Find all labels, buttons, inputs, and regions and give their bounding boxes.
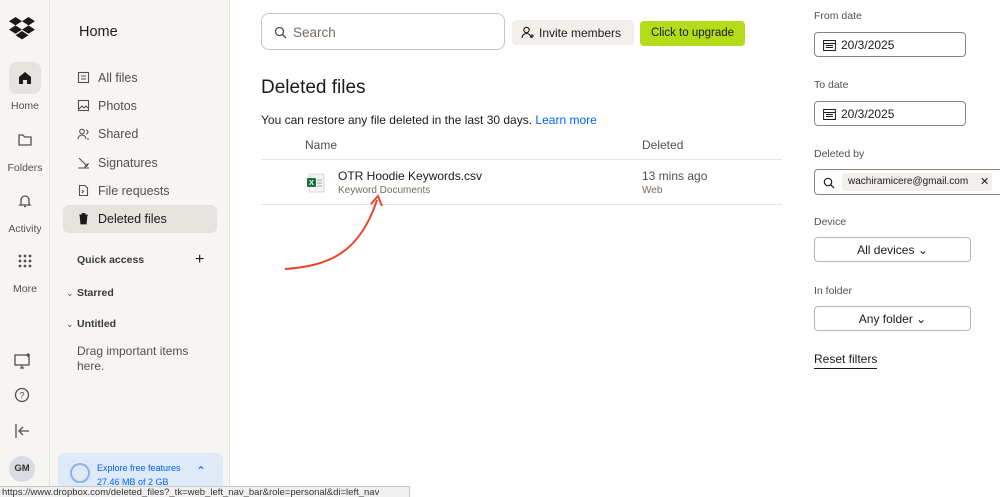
sidebar-item-shared[interactable]: Shared	[63, 120, 217, 148]
untitled-section[interactable]: Untitled	[77, 318, 116, 330]
collapse-sidebar-icon[interactable]	[11, 419, 35, 443]
calendar-icon	[823, 109, 836, 120]
sidebar: Home All files Photos Shared Signatures …	[50, 0, 230, 497]
sidebar-item-file-requests[interactable]: File requests	[63, 177, 217, 205]
home-icon	[9, 62, 41, 94]
files-icon	[77, 71, 90, 84]
from-date-label: From date	[814, 10, 862, 22]
signature-icon	[78, 157, 90, 169]
bell-icon	[9, 185, 41, 217]
rail-item-more[interactable]: More	[0, 245, 50, 295]
rail-label-home: Home	[10, 100, 39, 112]
user-chip: wachiramicere@gmail.com ✕	[842, 173, 992, 191]
chevron-down-icon: ⌄	[916, 312, 927, 326]
dropbox-logo-icon[interactable]	[9, 16, 35, 40]
sidebar-item-signatures[interactable]: Signatures	[63, 149, 217, 177]
rail-label-activity: Activity	[8, 223, 42, 235]
from-date-value: 20/3/2025	[841, 38, 895, 52]
to-date-label: To date	[814, 79, 849, 91]
svg-text:?: ?	[19, 391, 24, 401]
sidebar-item-all-files[interactable]: All files	[63, 64, 217, 92]
file-request-icon	[78, 184, 89, 197]
to-date-input[interactable]: 20/3/2025	[814, 101, 966, 126]
user-chip-email: wachiramicere@gmail.com	[848, 176, 969, 187]
chevron-down-icon[interactable]: ⌄	[66, 288, 74, 299]
chevron-down-icon[interactable]: ⌄	[66, 319, 74, 330]
quick-access-heading: Quick access	[77, 254, 145, 266]
folder-value: Any folder	[858, 312, 913, 326]
rail-label-more: More	[13, 283, 37, 295]
trash-icon	[79, 213, 88, 225]
sidebar-item-label: Deleted files	[98, 212, 167, 226]
sidebar-item-label: Shared	[98, 127, 139, 141]
status-bar-url: https://www.dropbox.com/deleted_files?_t…	[0, 486, 410, 497]
device-value: All devices	[857, 243, 915, 257]
photo-icon	[77, 99, 90, 112]
folder-icon	[9, 124, 41, 156]
rail-item-folders[interactable]: Folders	[0, 124, 50, 174]
starred-section[interactable]: Starred	[77, 287, 114, 299]
icon-rail: Home Folders Activity More ? GM	[0, 0, 50, 497]
grid-dots-icon	[9, 245, 41, 277]
deleted-by-label: Deleted by	[814, 148, 865, 160]
folder-dropdown[interactable]: Any folder ⌄	[814, 306, 971, 331]
calendar-icon	[823, 40, 836, 51]
chevron-up-icon[interactable]: ⌃	[196, 464, 206, 478]
to-date-value: 20/3/2025	[841, 107, 895, 121]
sidebar-item-deleted-files[interactable]: Deleted files	[63, 205, 217, 233]
chevron-down-icon: ⌄	[917, 243, 928, 257]
rail-item-home[interactable]: Home	[0, 62, 50, 112]
search-icon	[823, 177, 835, 189]
reset-filters-button[interactable]: Reset filters	[814, 352, 878, 369]
sidebar-title: Home	[79, 24, 118, 40]
avatar[interactable]: GM	[9, 456, 35, 482]
device-label: Device	[814, 216, 847, 228]
from-date-input[interactable]: 20/3/2025	[814, 32, 966, 57]
filters-panel: From date 20/3/2025 To date 20/3/2025 De…	[785, 0, 1000, 497]
desktop-app-icon[interactable]	[11, 350, 35, 374]
storage-ring-icon	[70, 463, 90, 483]
sidebar-item-photos[interactable]: Photos	[63, 92, 217, 120]
sidebar-item-label: File requests	[98, 184, 170, 198]
help-icon[interactable]: ?	[11, 383, 35, 407]
rail-label-folders: Folders	[7, 162, 43, 174]
shared-icon	[77, 128, 89, 140]
device-dropdown[interactable]: All devices ⌄	[814, 237, 971, 262]
sidebar-item-label: All files	[98, 71, 138, 85]
annotation-arrow-icon	[284, 194, 383, 270]
close-icon[interactable]: ✕	[980, 175, 989, 188]
add-quick-access-button[interactable]: +	[195, 251, 204, 269]
rail-item-activity[interactable]: Activity	[0, 185, 50, 235]
sidebar-item-label: Photos	[98, 99, 137, 113]
sidebar-item-label: Signatures	[98, 156, 158, 170]
deleted-by-input[interactable]: wachiramicere@gmail.com ✕	[814, 169, 1000, 195]
explore-title: Explore free features	[97, 463, 181, 473]
folder-label: In folder	[814, 285, 852, 297]
main-content: Search Invite members Click to upgrade D…	[230, 0, 785, 497]
quick-access-hint: Drag important items here.	[77, 344, 189, 373]
